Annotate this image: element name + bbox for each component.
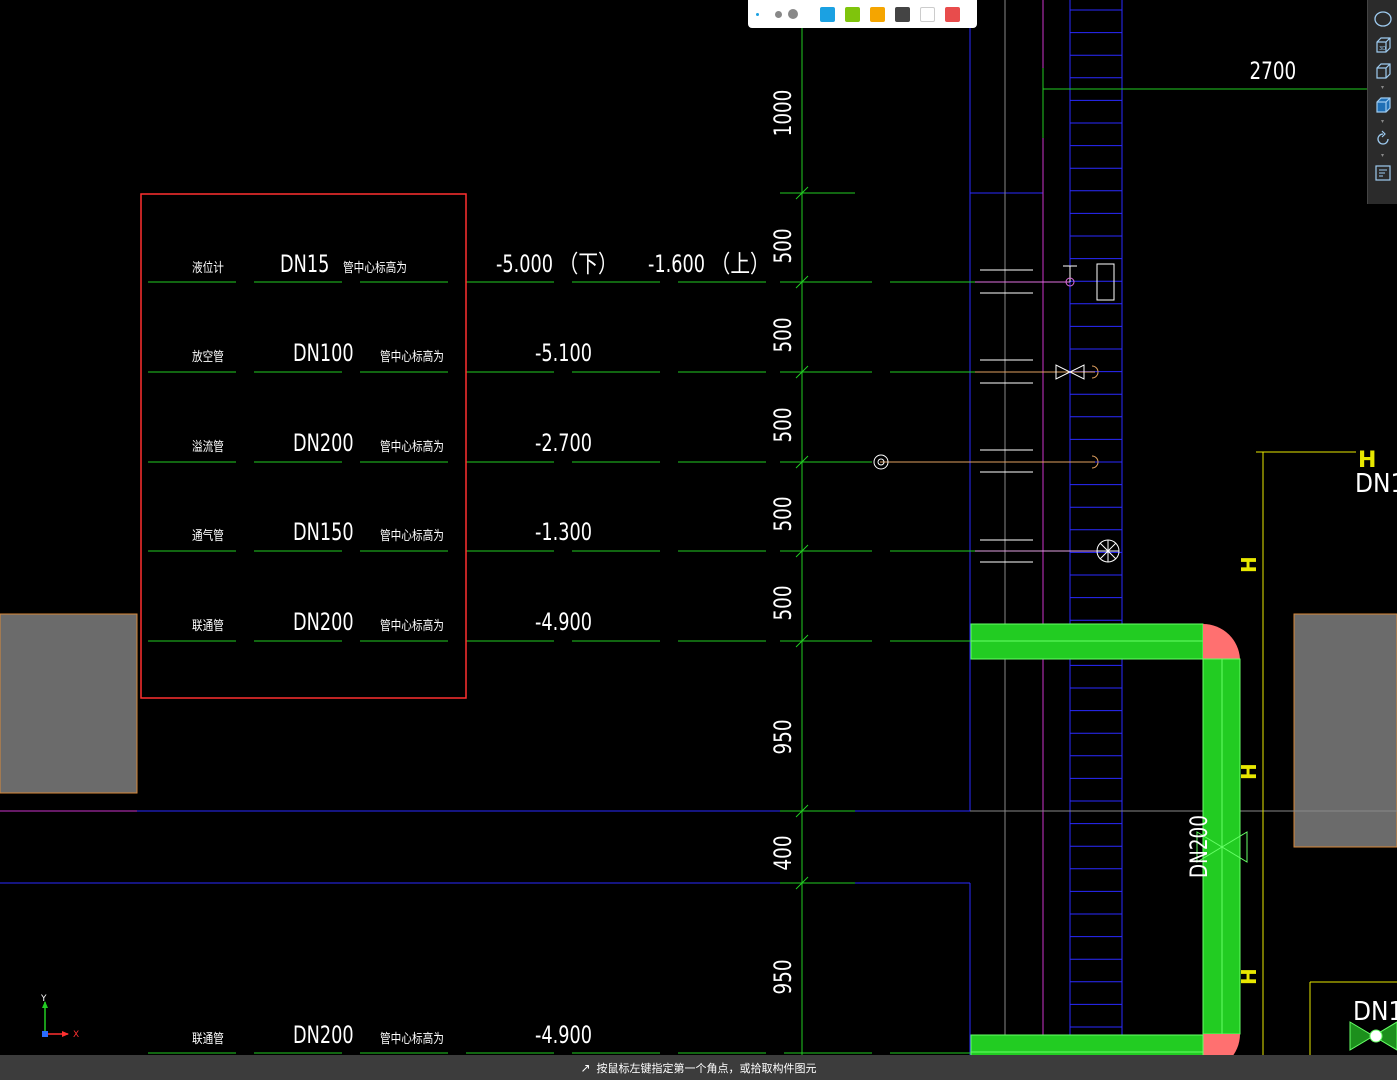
level-gauge-symbol xyxy=(1063,263,1115,301)
svg-text:H: H xyxy=(1237,763,1261,780)
dimension-label: 1000 xyxy=(769,90,797,137)
elevation-lines xyxy=(148,281,975,1054)
svg-text:X: X xyxy=(73,1030,79,1040)
brush-large-icon[interactable] xyxy=(788,9,798,19)
pipe-note: 管中心标高为 xyxy=(380,528,444,543)
dimension-label: 950 xyxy=(769,959,797,994)
cad-drawing-canvas[interactable]: 液位计 DN15 管中心标高为 -5.000 （下） -1.600 （上） 放空管 DN10… xyxy=(0,0,1397,1080)
pipe-elevation-upper: -1.600 （上） xyxy=(648,251,770,278)
dimension-label: 950 xyxy=(769,719,797,754)
command-prompt-bar: ↗ 按鼠标左键指定第一个角点，或拾取构件图元 xyxy=(0,1055,1397,1080)
swatch-dark[interactable] xyxy=(895,6,910,22)
cube-icon[interactable] xyxy=(1372,60,1394,82)
annotation-color-toolbar xyxy=(748,0,977,28)
pipe-elevation: -5.000 （下） xyxy=(496,251,618,278)
pipe-name: 溢流管 xyxy=(192,439,224,454)
ellipse-icon[interactable] xyxy=(1372,8,1394,30)
svg-text:3D: 3D xyxy=(1379,46,1386,52)
cube-blue-icon[interactable] xyxy=(1372,94,1394,116)
pipe-elevation: -1.300 xyxy=(535,519,592,546)
dimension-label: 500 xyxy=(769,317,797,352)
pipe-size: DN15 xyxy=(280,251,329,278)
pipe-table-text: 液位计 DN15 管中心标高为 -5.000 （下） -1.600 （上） 放空管 DN10… xyxy=(192,251,770,1049)
pipe-elevation: -4.900 xyxy=(535,609,592,636)
svg-text:H: H xyxy=(1237,968,1261,985)
pipe-name: 放空管 xyxy=(192,349,224,364)
pipe-note: 管中心标高为 xyxy=(380,349,444,364)
3d-view-icon[interactable]: 3D xyxy=(1372,34,1394,56)
pipe-note: 管中心标高为 xyxy=(343,260,407,275)
pipe-size: DN200 xyxy=(293,430,354,457)
command-prompt-text: 按鼠标左键指定第一个角点，或拾取构件图元 xyxy=(596,1061,817,1075)
chevron-down-icon: ▾ xyxy=(1380,84,1384,91)
wall-block-left xyxy=(0,613,138,794)
chevron-down-icon: ▾ xyxy=(1380,118,1384,125)
dimension-label: 500 xyxy=(769,585,797,620)
swatch-red[interactable] xyxy=(945,6,960,22)
swatch-orange[interactable] xyxy=(870,6,885,22)
h-marks: H H H xyxy=(1237,556,1261,985)
dimension-ticks xyxy=(780,186,855,890)
pipe-elevation: -4.900 xyxy=(535,1022,592,1049)
hatched-circle-symbol xyxy=(1096,539,1120,563)
pipe-stubs xyxy=(980,269,1033,563)
swatch-blue[interactable] xyxy=(820,6,835,22)
ladder-rungs xyxy=(1070,9,1122,1051)
pipe-size: DN150 xyxy=(293,519,354,546)
pipe-note: 管中心标高为 xyxy=(380,1031,444,1046)
rotate-icon[interactable] xyxy=(1372,128,1394,150)
dimension-labels: 1000 500 500 500 500 500 950 400 950 xyxy=(769,90,797,995)
dn-bottom-label: DN10 xyxy=(1353,997,1397,1027)
dimension-label: 500 xyxy=(769,496,797,531)
brush-small-icon[interactable] xyxy=(756,12,759,16)
pick-cursor-icon: ↗ xyxy=(580,1060,591,1075)
pipe-name: 联通管 xyxy=(192,1031,224,1046)
pipe-size: DN200 xyxy=(293,609,354,636)
swatch-green[interactable] xyxy=(845,6,860,22)
dimension-label: 500 xyxy=(769,228,797,263)
pipe-name: 液位计 xyxy=(192,260,224,275)
swatch-white[interactable] xyxy=(920,6,935,22)
pipe-elevation: -2.700 xyxy=(535,430,592,457)
wall-block-right xyxy=(1293,613,1397,848)
pipe-size-label: DN200 xyxy=(1185,815,1213,878)
properties-icon[interactable] xyxy=(1372,162,1394,184)
pipe-size: DN100 xyxy=(293,340,354,367)
dimension-label: 500 xyxy=(769,407,797,442)
pipe-note: 管中心标高为 xyxy=(380,439,444,454)
pipe-elevation: -5.100 xyxy=(535,340,592,367)
dimension-label: 400 xyxy=(769,835,797,870)
pipe-note: 管中心标高为 xyxy=(380,618,444,633)
view-control-panel: 3D ▾ ▾ ▾ xyxy=(1367,0,1397,204)
brush-medium-icon[interactable] xyxy=(775,10,782,18)
pipe-size: DN200 xyxy=(293,1022,354,1049)
svg-text:Y: Y xyxy=(40,994,47,1004)
pipe-name: 通气管 xyxy=(192,528,224,543)
dn-top-label: DN15 xyxy=(1355,469,1397,499)
ucs-axis-icon: Y X xyxy=(40,994,79,1040)
svg-text:H: H xyxy=(1237,556,1261,573)
pipe-name: 联通管 xyxy=(192,618,224,633)
chevron-down-icon: ▾ xyxy=(1380,152,1384,159)
top-right-dimension: 2700 xyxy=(1250,57,1297,85)
